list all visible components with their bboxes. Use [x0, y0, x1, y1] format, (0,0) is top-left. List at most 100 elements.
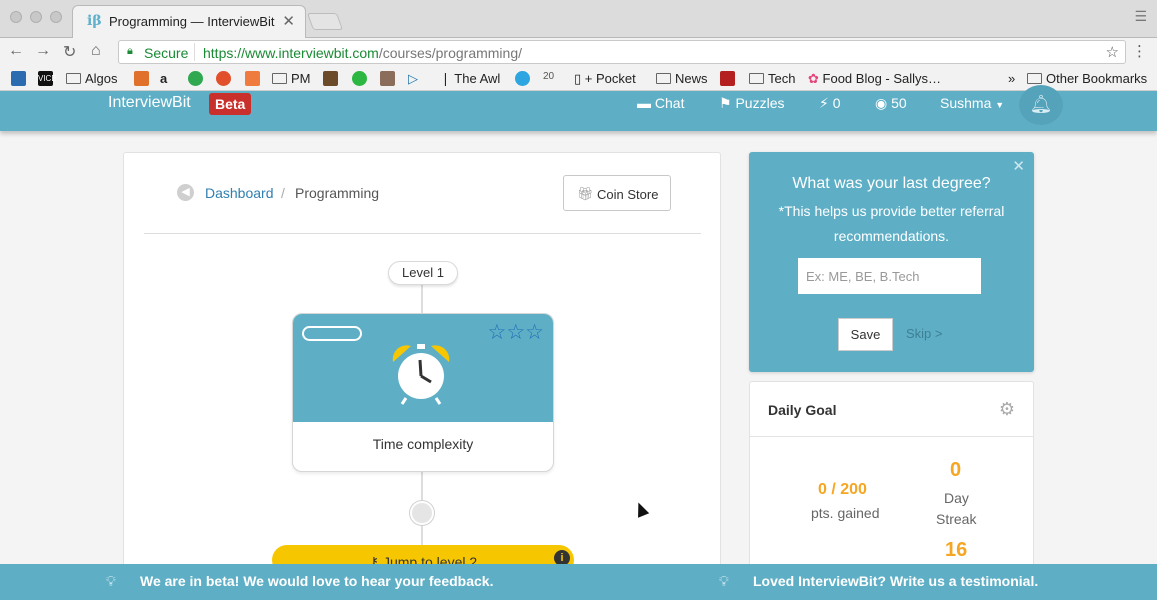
streak-label-day: Day	[944, 490, 969, 506]
bookmark-label: News	[675, 71, 708, 86]
puzzles-label: Puzzles	[735, 95, 785, 111]
flag-icon: ⚑	[719, 95, 732, 111]
url-text[interactable]: https://www.interviewbit.com/courses/pro…	[203, 45, 522, 61]
bookmark-label: PM	[291, 71, 311, 86]
gift-icon: 🎁︎	[577, 186, 594, 201]
divider	[144, 233, 701, 234]
lock-icon: 🔒︎	[127, 45, 133, 57]
gear-icon[interactable]: ⚙	[999, 399, 1015, 420]
stackoverflow-icon[interactable]	[245, 71, 260, 86]
user-menu[interactable]: Sushma ▼	[940, 95, 1004, 111]
whatsapp-icon[interactable]	[352, 71, 367, 86]
folder-icon	[1027, 73, 1042, 84]
minimize-window-button[interactable]	[30, 11, 42, 23]
skip-link[interactable]: Skip >	[906, 326, 943, 341]
telegram-icon[interactable]	[515, 71, 530, 86]
divider	[750, 436, 1033, 437]
bookmark-the-awl[interactable]: ❘ The Awl	[440, 71, 500, 87]
degree-help-text: *This helps us provide better referral r…	[778, 203, 1005, 244]
degree-input[interactable]	[798, 258, 981, 294]
puzzles-link[interactable]: ⚑ Puzzles	[719, 95, 784, 112]
home-icon[interactable]: ⌂	[91, 42, 101, 60]
address-bar[interactable]: 🔒︎ Secure https://www.interviewbit.com/c…	[118, 40, 1126, 64]
breadcrumb-current: Programming	[295, 185, 380, 201]
forward-arrow-icon[interactable]: →	[35, 42, 51, 60]
reload-icon[interactable]: ↻	[63, 42, 76, 62]
coin-icon: ◉	[875, 95, 888, 111]
footer-bar: 💡︎ We are in beta! We would love to hear…	[0, 564, 1157, 600]
k-icon[interactable]	[323, 71, 338, 86]
bookmark-label: The Awl	[454, 71, 501, 86]
play-store-icon[interactable]: ▷	[408, 71, 418, 87]
coin-counter[interactable]: ◉ 50	[875, 95, 907, 112]
feedly-icon[interactable]	[188, 71, 203, 86]
back-arrow-icon[interactable]: ←	[8, 42, 24, 60]
chat-link[interactable]: ▬ Chat	[637, 95, 684, 111]
bookmark-pocket[interactable]: ▯ + Pocket	[574, 71, 636, 87]
folder-icon	[66, 73, 81, 84]
close-window-button[interactable]	[10, 11, 22, 23]
degree-prompt-card: ✕ What was your last degree? *This helps…	[749, 152, 1034, 372]
points-label: pts. gained	[811, 505, 880, 521]
profile-icon[interactable]: ☰	[1134, 8, 1147, 25]
testimonial-link[interactable]: Loved InterviewBit? Write us a testimoni…	[753, 573, 1038, 589]
close-tab-icon[interactable]: ✕	[282, 12, 295, 30]
bookmark-label: Food Blog - Sallys…	[822, 71, 942, 86]
bookmark-label: Algos	[85, 71, 118, 86]
breadcrumb-dashboard[interactable]: Dashboard	[205, 185, 274, 201]
streak-label-streak: Streak	[936, 511, 977, 527]
daily-goal-card: Daily Goal ⚙ 0 / 200 pts. gained 0 Day S…	[749, 381, 1034, 581]
coin-count: 50	[891, 95, 907, 111]
portrait-icon[interactable]	[380, 71, 395, 86]
topic-card-time-complexity[interactable]: ☆☆☆ Time complexity	[292, 313, 554, 472]
bolt-counter[interactable]: ⚡︎ 0	[819, 95, 841, 112]
back-circle-icon[interactable]: ◀	[177, 184, 194, 201]
level-connector	[421, 285, 423, 315]
save-button[interactable]: Save	[838, 318, 893, 351]
topic-card-header: ☆☆☆	[293, 314, 553, 422]
amazon-icon[interactable]: a	[160, 71, 167, 86]
bookmark-label: + Pocket	[584, 71, 636, 86]
address-divider	[194, 43, 195, 61]
topic-title: Time complexity	[372, 436, 474, 452]
fox-icon[interactable]	[134, 71, 149, 86]
red-square-icon[interactable]	[720, 71, 735, 86]
feedback-link[interactable]: We are in beta! We would love to hear yo…	[140, 573, 493, 589]
brand-logo[interactable]: InterviewBit	[108, 94, 191, 112]
browser-tab[interactable]: iβ Programming — InterviewBit ✕	[72, 5, 306, 38]
vice-icon[interactable]: VICE	[38, 71, 57, 86]
browser-toolbar: ← → ↻ ⌂ 🔒︎ Secure https://www.interviewb…	[0, 38, 1157, 67]
bookmarks-bar: VICE Algos a PM ▷ ❘ The Awl 20 ▯ + Pocke…	[0, 67, 1157, 91]
user-avatar-icon	[410, 501, 434, 525]
points-value: 0 / 200	[818, 481, 867, 498]
secure-label: Secure	[144, 45, 189, 61]
bookmark-app-icon[interactable]	[11, 71, 26, 86]
browser-tab-bar: iβ Programming — InterviewBit ✕ ☰	[0, 0, 1157, 38]
daily-goal-title: Daily Goal	[768, 402, 837, 418]
bookmarks-overflow-button[interactable]: »	[1008, 71, 1015, 86]
bookmark-tech[interactable]: Tech	[749, 71, 795, 86]
level-label: Level 1	[388, 261, 458, 285]
bookmark-pm[interactable]: PM	[272, 71, 311, 86]
zoom-window-button[interactable]	[50, 11, 62, 23]
bell-icon[interactable]: 🔔︎	[1019, 85, 1063, 125]
bookmark-algos[interactable]: Algos	[66, 71, 118, 86]
coin-store-button[interactable]: 🎁︎ Coin Store	[563, 175, 671, 211]
bookmark-star-icon[interactable]: ☆	[1106, 43, 1119, 61]
streak-value: 0	[950, 459, 962, 481]
bookmark-food-blog[interactable]: ✿ Food Blog - Sallys…	[808, 71, 941, 87]
browser-menu-icon[interactable]: ⋮	[1132, 42, 1147, 60]
beta-badge: Beta	[209, 93, 252, 115]
folder-icon	[749, 73, 764, 84]
alarm-clock-icon	[392, 344, 450, 405]
folder-icon	[272, 73, 287, 84]
bookmark-other[interactable]: Other Bookmarks	[1027, 71, 1147, 86]
bookmark-label: Other Bookmarks	[1046, 71, 1148, 86]
lightbulb-icon: 💡︎	[106, 573, 116, 589]
twenty-icon[interactable]: 20	[543, 71, 554, 82]
progress-pill	[302, 326, 362, 341]
close-icon[interactable]: ✕	[1012, 157, 1025, 175]
basketball-icon[interactable]	[216, 71, 231, 86]
bookmark-news[interactable]: News	[656, 71, 708, 86]
new-tab-button[interactable]	[306, 13, 344, 30]
